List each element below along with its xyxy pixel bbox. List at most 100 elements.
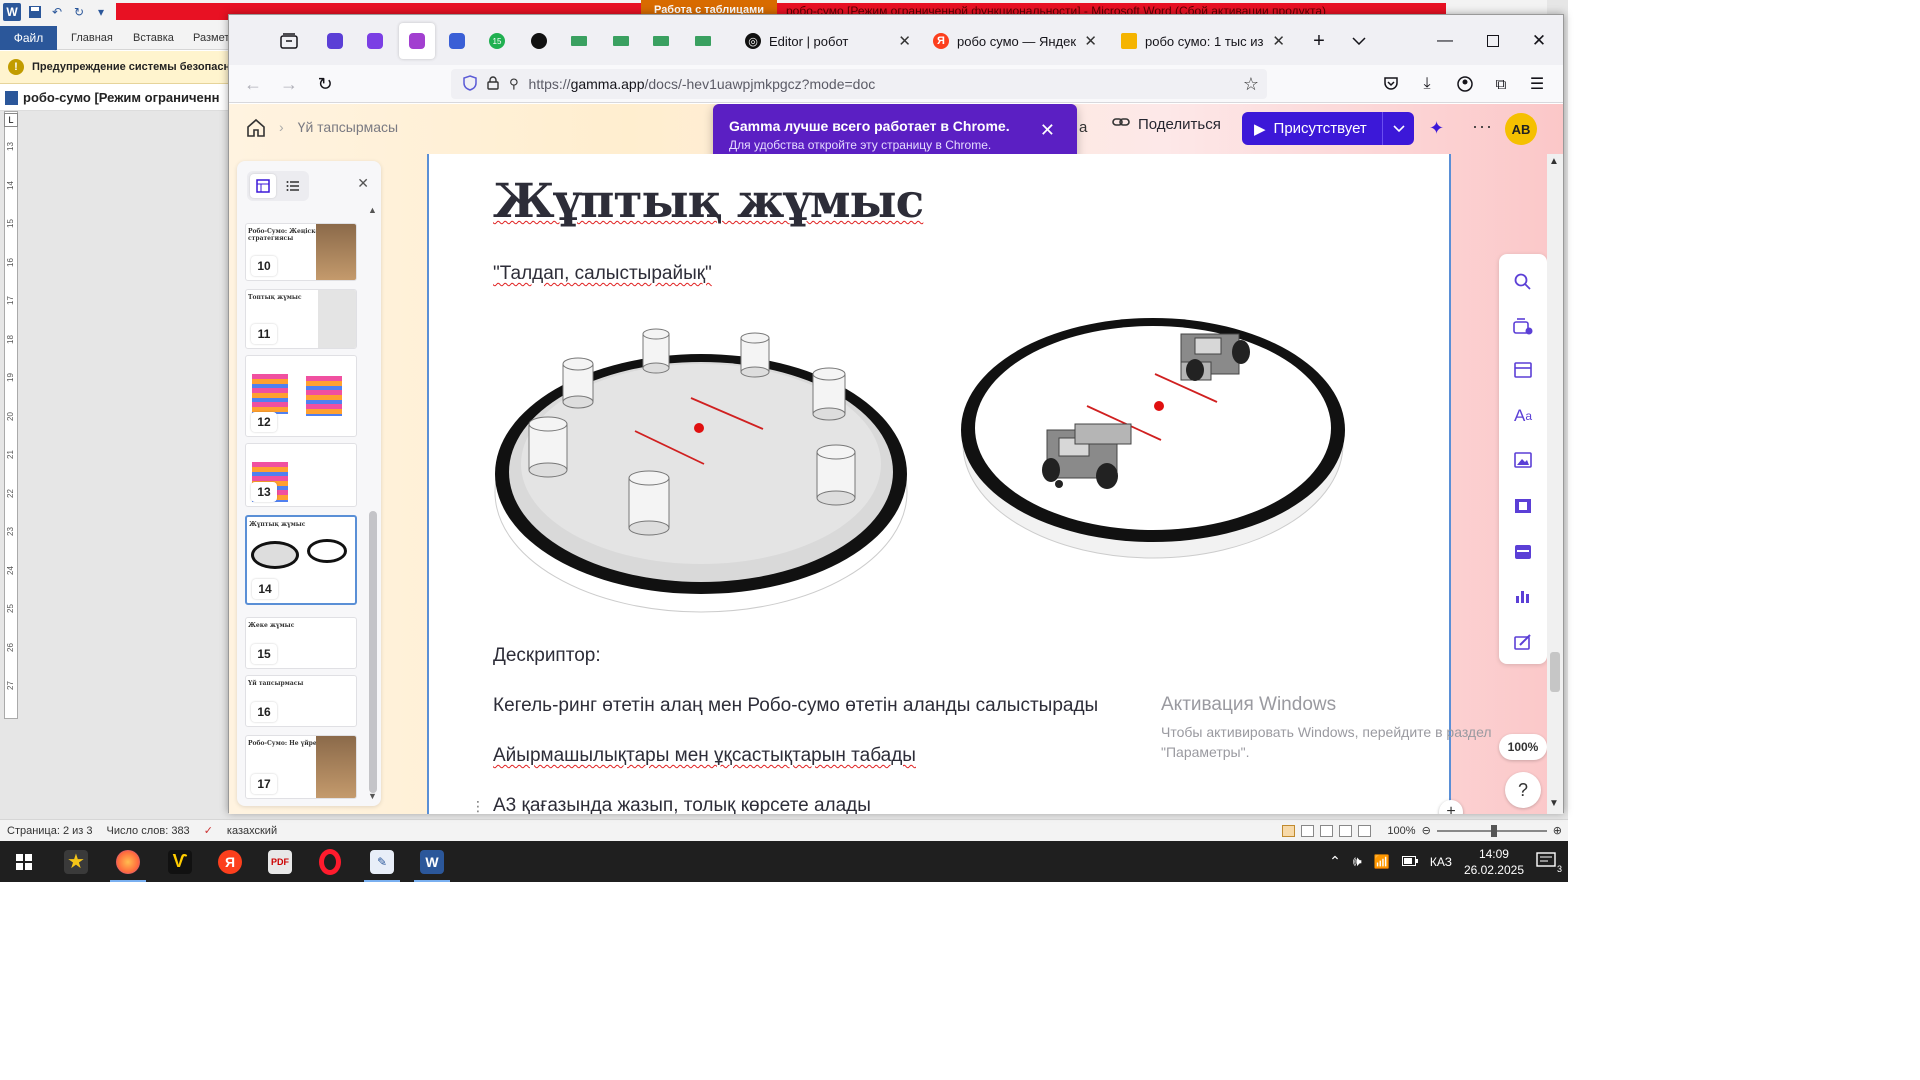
account-icon[interactable]	[1455, 74, 1475, 94]
close-window-icon[interactable]: ✕	[1529, 31, 1549, 51]
add-block-icon[interactable]: +	[1439, 800, 1463, 814]
avatar[interactable]: AB	[1505, 113, 1537, 145]
descriptor-item[interactable]: А3 қағазында жазып, толық көрсете алады	[493, 795, 871, 814]
word-tab-home[interactable]: Главная	[71, 32, 113, 44]
firefox-view-icon[interactable]	[279, 31, 299, 51]
chart-icon[interactable]	[1513, 586, 1533, 606]
zoom-out-icon[interactable]: ⊖	[1422, 824, 1431, 837]
notepad-icon[interactable]: ✎	[358, 841, 406, 882]
toast-close-icon[interactable]: ✕	[1040, 120, 1055, 141]
pinned-tab[interactable]	[685, 23, 721, 59]
page-scroll-thumb[interactable]	[1550, 652, 1560, 692]
tab-yandex[interactable]: Я робо сумо — Яндекс: н ✕	[923, 23, 1107, 59]
pinned-tab[interactable]	[521, 23, 557, 59]
bookmark-star-icon[interactable]: ☆	[1243, 74, 1259, 95]
status-page[interactable]: Страница: 2 из 3	[0, 825, 100, 837]
scroll-down-icon[interactable]: ▼	[368, 791, 377, 801]
menu-icon[interactable]: ☰	[1527, 74, 1547, 94]
downloads-icon[interactable]: ⤓	[1417, 74, 1437, 94]
lock-icon[interactable]	[487, 75, 499, 93]
web-layout-button[interactable]	[1320, 824, 1334, 837]
pinned-tab[interactable]: 15	[479, 23, 515, 59]
status-zoom[interactable]: 100%	[1387, 825, 1415, 837]
slide-thumbnail[interactable]: Үй тапсырмасы 16	[245, 675, 357, 727]
pinned-tab[interactable]	[439, 23, 475, 59]
slide-thumbnail[interactable]: Топтық жұмыс 11	[245, 289, 357, 349]
redo-icon[interactable]: ↻	[71, 4, 87, 20]
zoom-level[interactable]: 100%	[1499, 734, 1547, 760]
pocket-icon[interactable]	[1381, 74, 1401, 94]
search-icon[interactable]	[1513, 272, 1533, 292]
slide-thumbnail[interactable]: Жұптық жұмыс 14	[245, 515, 357, 605]
descriptor-item[interactable]: Айырмашылықтары мен ұқсастықтарын табады	[493, 745, 916, 767]
network-icon[interactable]: 📶	[1374, 854, 1390, 870]
permissions-icon[interactable]: ⚲	[509, 76, 519, 92]
panel-close-icon[interactable]: ✕	[357, 175, 369, 192]
tab-images[interactable]: робо сумо: 1 тыс изоб ✕	[1111, 23, 1295, 59]
battery-icon[interactable]	[1401, 855, 1418, 869]
zoom-slider[interactable]	[1436, 824, 1547, 837]
home-icon[interactable]	[246, 118, 266, 138]
yandex-icon[interactable]: Я	[206, 841, 254, 882]
firefox-icon[interactable]	[104, 841, 152, 882]
layout-icon[interactable]	[1513, 360, 1533, 380]
descriptor-label[interactable]: Дескриптор:	[493, 645, 601, 667]
yandex-browser-icon[interactable]: Ѵ	[156, 841, 204, 882]
panel-scrollbar[interactable]	[369, 511, 377, 793]
minimize-icon[interactable]: —	[1435, 31, 1455, 51]
video-icon[interactable]	[1513, 496, 1533, 516]
close-icon[interactable]: ✕	[898, 32, 911, 50]
form-icon[interactable]	[1513, 632, 1533, 652]
present-button[interactable]: ▶ Присутствует	[1242, 112, 1414, 145]
card-title[interactable]: Жұптық жұмыс	[493, 174, 924, 229]
embed-icon[interactable]	[1513, 542, 1533, 562]
undo-icon[interactable]: ↶	[49, 4, 65, 20]
tab-selector[interactable]: L	[4, 113, 18, 127]
extensions-icon[interactable]: ⧉	[1491, 74, 1511, 94]
word-tab-layout[interactable]: Размет	[193, 32, 229, 44]
pinned-tab[interactable]	[317, 23, 353, 59]
card-subtitle[interactable]: "Талдап, салыстырайық"	[493, 263, 712, 285]
scroll-up-icon[interactable]: ▲	[368, 205, 377, 215]
word-tab-insert[interactable]: Вставка	[133, 32, 174, 44]
new-tab-icon[interactable]: +	[1309, 30, 1329, 52]
scroll-down-icon[interactable]: ▼	[1549, 798, 1559, 809]
descriptor-item[interactable]: Кегель-ринг өтетін алаң мен Робо-сумо өт…	[493, 695, 1098, 717]
slide-thumbnail[interactable]: 12	[245, 355, 357, 437]
list-tabs-icon[interactable]	[1349, 31, 1369, 51]
zoom-thumb[interactable]	[1490, 824, 1497, 837]
pinned-tab[interactable]	[357, 23, 393, 59]
save-icon[interactable]	[27, 4, 43, 20]
reload-icon[interactable]: ↻	[315, 74, 335, 94]
close-icon[interactable]: ✕	[1272, 32, 1285, 50]
drag-handle-icon[interactable]: ⋮	[471, 798, 485, 814]
slide-thumbnail[interactable]: Жеке жұмыс 15	[245, 617, 357, 669]
image-icon[interactable]	[1513, 450, 1533, 470]
language-indicator[interactable]: КАЗ	[1430, 855, 1452, 869]
pinned-tab[interactable]	[603, 23, 639, 59]
customize-qa-icon[interactable]: ▾	[93, 4, 109, 20]
shield-icon[interactable]	[463, 74, 477, 94]
clock[interactable]: 14:09 26.02.2025	[1464, 846, 1524, 878]
word-file-tab[interactable]: Файл	[0, 26, 57, 50]
tab-editor[interactable]: ◎ Editor | робот ✕	[735, 23, 921, 59]
grid-view-icon[interactable]	[250, 174, 276, 198]
url-bar[interactable]: ⚲ https://gamma.app/docs/-hev1uawpjmkpgc…	[451, 69, 1267, 99]
status-language[interactable]: казахский	[220, 825, 284, 837]
scroll-up-icon[interactable]: ▲	[1549, 156, 1559, 167]
ai-sparkle-icon[interactable]: ✦	[1429, 118, 1449, 138]
forward-icon[interactable]: →	[279, 74, 299, 94]
more-options-icon[interactable]: ···	[1472, 116, 1493, 137]
slide-thumbnail[interactable]: 13	[245, 443, 357, 507]
tray-chevron-icon[interactable]: ⌃	[1329, 853, 1341, 870]
page-scrollbar[interactable]	[1547, 154, 1563, 814]
opera-icon[interactable]	[306, 841, 354, 882]
reading-view-button[interactable]	[1301, 824, 1315, 837]
print-layout-button[interactable]	[1282, 824, 1296, 837]
back-icon[interactable]: ←	[243, 74, 263, 94]
text-style-icon[interactable]: Aa	[1513, 406, 1533, 426]
outline-button[interactable]	[1339, 824, 1353, 837]
pdf-icon[interactable]: PDF	[256, 841, 304, 882]
list-view-icon[interactable]	[280, 174, 306, 198]
url-text[interactable]: https://gamma.app/docs/-hev1uawpjmkpgcz?…	[529, 76, 876, 92]
